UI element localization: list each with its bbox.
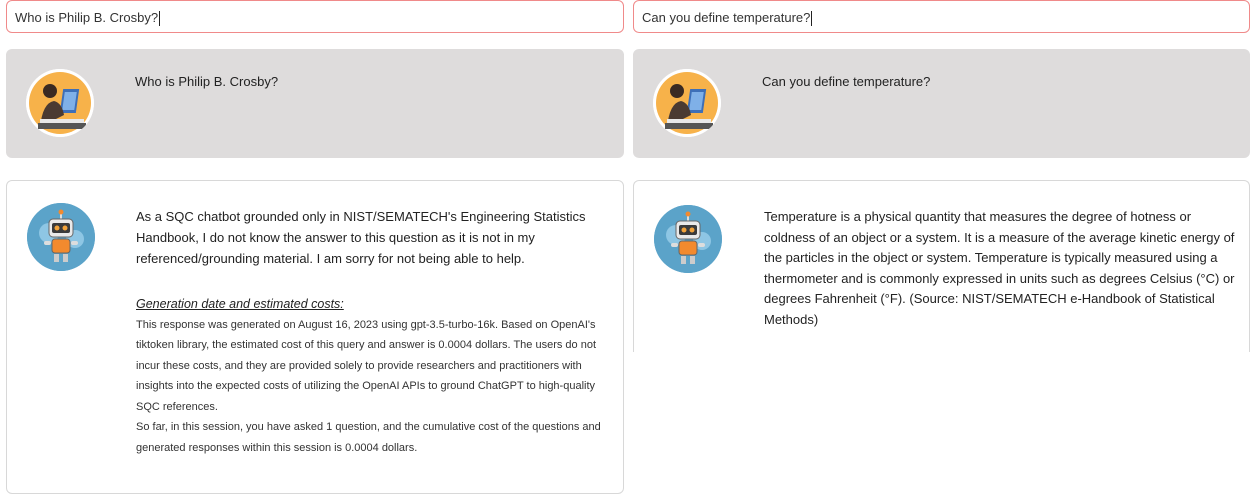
person-at-laptop-icon [26, 69, 94, 137]
generation-cost-text: This response was generated on August 16… [136, 318, 597, 413]
bot-response-card: Temperature is a physical quantity that … [633, 180, 1250, 352]
person-at-laptop-icon [653, 69, 721, 137]
text-caret [159, 11, 161, 27]
question-input-value: Who is Philip B. Crosby? [15, 10, 159, 25]
session-cost-text: So far, in this session, you have asked … [136, 421, 601, 454]
robot-icon [27, 203, 95, 271]
generation-title: Generation date and estimated costs: [136, 297, 344, 311]
generation-info: Generation date and estimated costs: Thi… [136, 294, 607, 458]
user-message-text: Who is Philip B. Crosby? [135, 74, 279, 89]
question-input-left[interactable]: Who is Philip B. Crosby? [6, 0, 624, 33]
user-message-text: Can you define temperature? [762, 74, 931, 89]
bot-answer-text: As a SQC chatbot grounded only in NIST/S… [136, 209, 586, 266]
question-input-value: Can you define temperature? [642, 10, 811, 25]
user-message-card: Who is Philip B. Crosby? [6, 49, 624, 158]
robot-icon [654, 205, 722, 273]
bot-answer-text: Temperature is a physical quantity that … [764, 209, 1235, 327]
bot-response-card: As a SQC chatbot grounded only in NIST/S… [6, 180, 624, 494]
user-message-card: Can you define temperature? [633, 49, 1250, 158]
text-caret [811, 11, 813, 27]
question-input-right[interactable]: Can you define temperature? [633, 0, 1250, 33]
